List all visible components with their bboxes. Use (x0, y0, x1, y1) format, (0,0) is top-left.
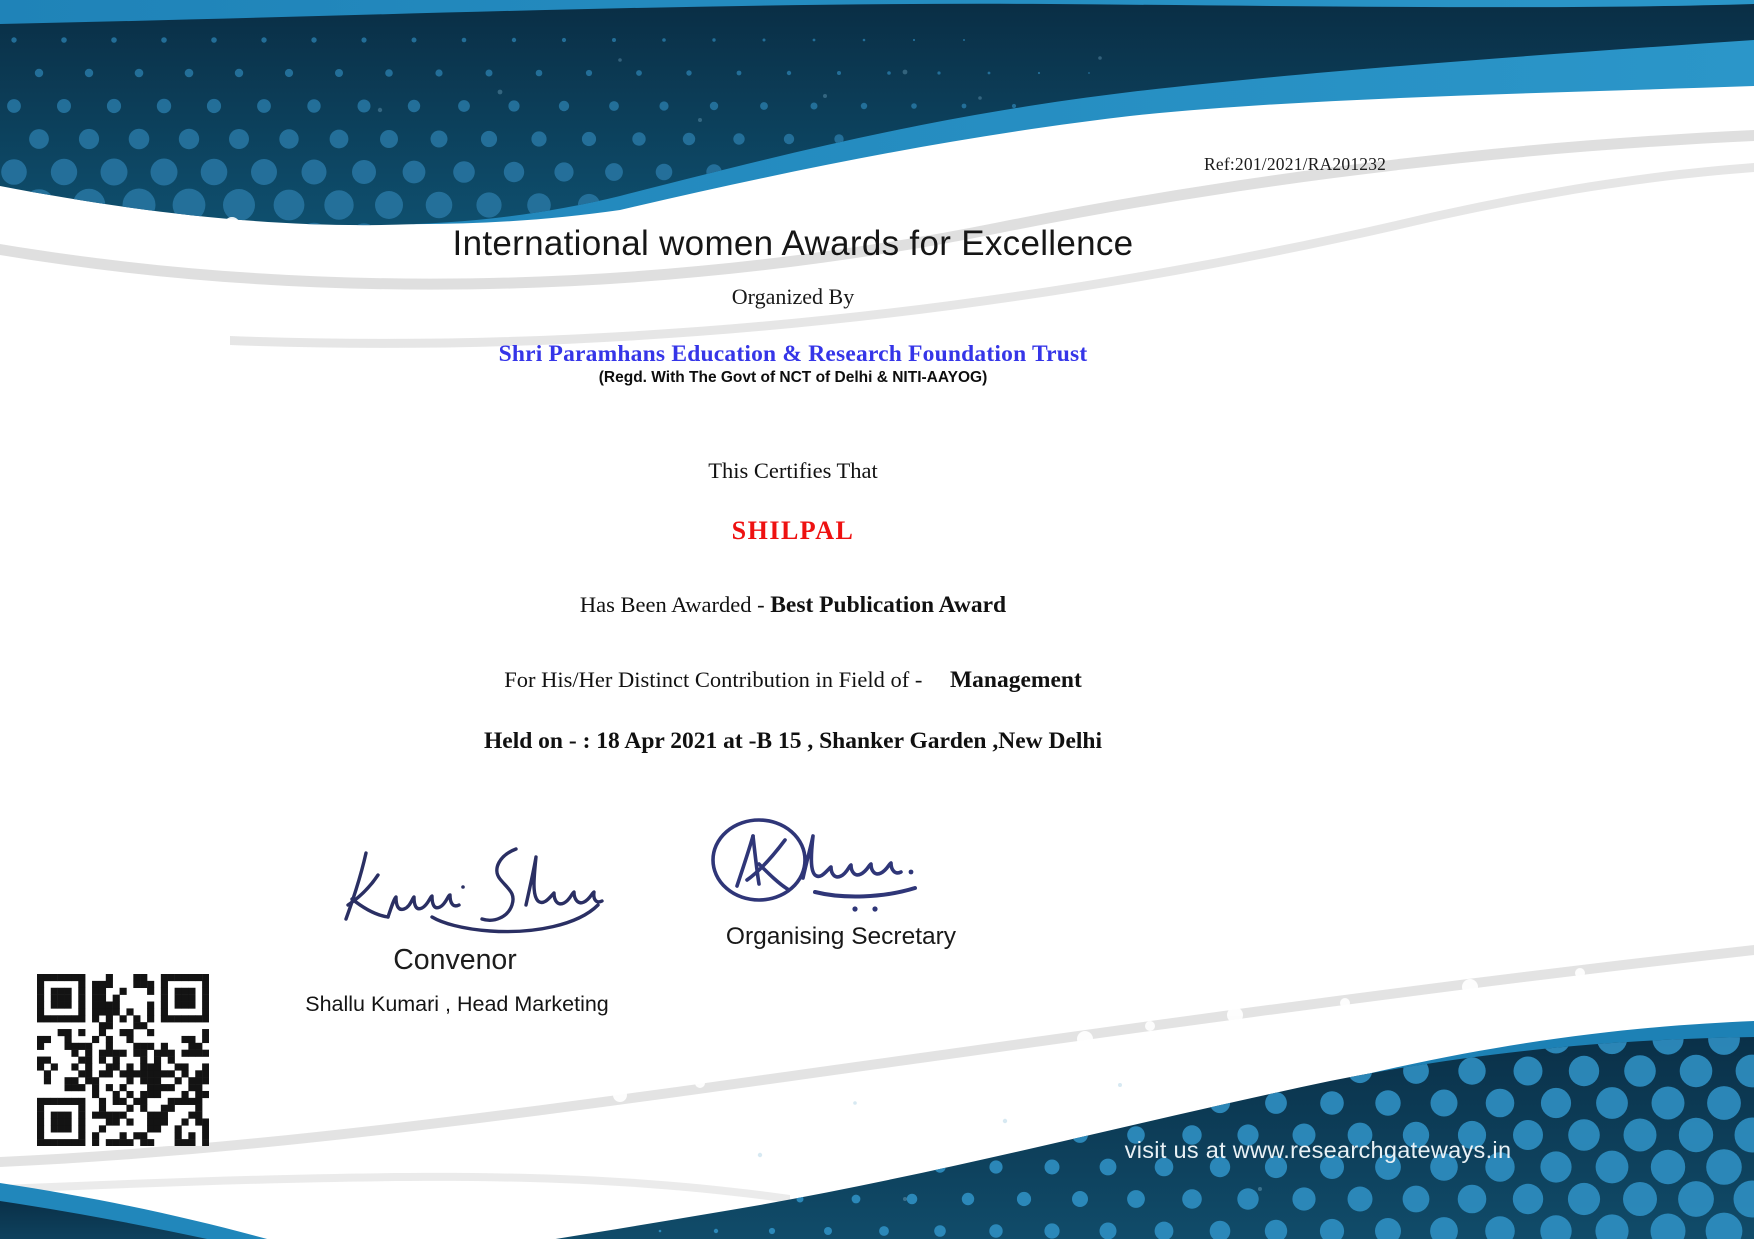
website-link[interactable]: visit us at www.researchgateways.in (1122, 1137, 1514, 1164)
bottom-dark-sweep (555, 1037, 1754, 1239)
bottom-accent-sweep (598, 1021, 1754, 1239)
certificate-page: Ref:201/2021/RA201232 International wome… (0, 0, 1754, 1239)
bottom-accent-corner (0, 1183, 268, 1239)
top-accent-swoosh (0, 0, 1754, 225)
bottom-white-bubbles (613, 968, 1585, 1102)
field-value: Management (949, 667, 1082, 693)
bottom-gray-wave-2 (0, 1172, 790, 1203)
top-gray-wave-1 (0, 130, 1754, 290)
trust-name: Shri Paramhans Education & Research Foun… (498, 341, 1088, 367)
top-specks (377, 56, 1102, 122)
ref-number: Ref:201/2021/RA201232 (1204, 154, 1387, 174)
certificate-title: International women Awards for Excellenc… (452, 224, 1134, 263)
held-on-line: Held on - : 18 Apr 2021 at -B 15 , Shank… (484, 728, 1102, 754)
qr-code (37, 974, 209, 1146)
bottom-halftone-dots (658, 1037, 1754, 1239)
convenor-name: Shallu Kumari , Head Marketing (305, 992, 609, 1016)
convenor-signature-ink (344, 847, 604, 934)
certifies-line: This Certifies That (708, 458, 878, 483)
field-line: For His/Her Distinct Contribution in Fie… (0, 667, 1586, 694)
trust-registration: (Regd. With The Govt of NCT of Delhi & N… (598, 369, 988, 386)
organized-by-label: Organized By (731, 284, 855, 309)
secretary-signature-icon (711, 818, 917, 912)
secretary-signature-ink (711, 818, 917, 902)
bottom-gray-wave-1 (0, 945, 1754, 1167)
convenor-signature-icon (344, 847, 604, 934)
top-halftone-dots (0, 37, 1191, 226)
signature-i-dot (461, 885, 465, 889)
awardee-name: SHILPAL (731, 516, 855, 545)
award-name: Best Publication Award (770, 592, 1007, 618)
award-line: Has Been Awarded - Best Publication Awar… (0, 592, 1586, 619)
convenor-title: Convenor (393, 944, 517, 976)
award-prefix: Has Been Awarded - (579, 592, 771, 617)
top-dark-wave (0, 3, 1754, 226)
secretary-title: Organising Secretary (725, 923, 957, 950)
field-prefix: For His/Her Distinct Contribution in Fie… (504, 667, 928, 692)
bottom-dark-corner (0, 1201, 208, 1239)
